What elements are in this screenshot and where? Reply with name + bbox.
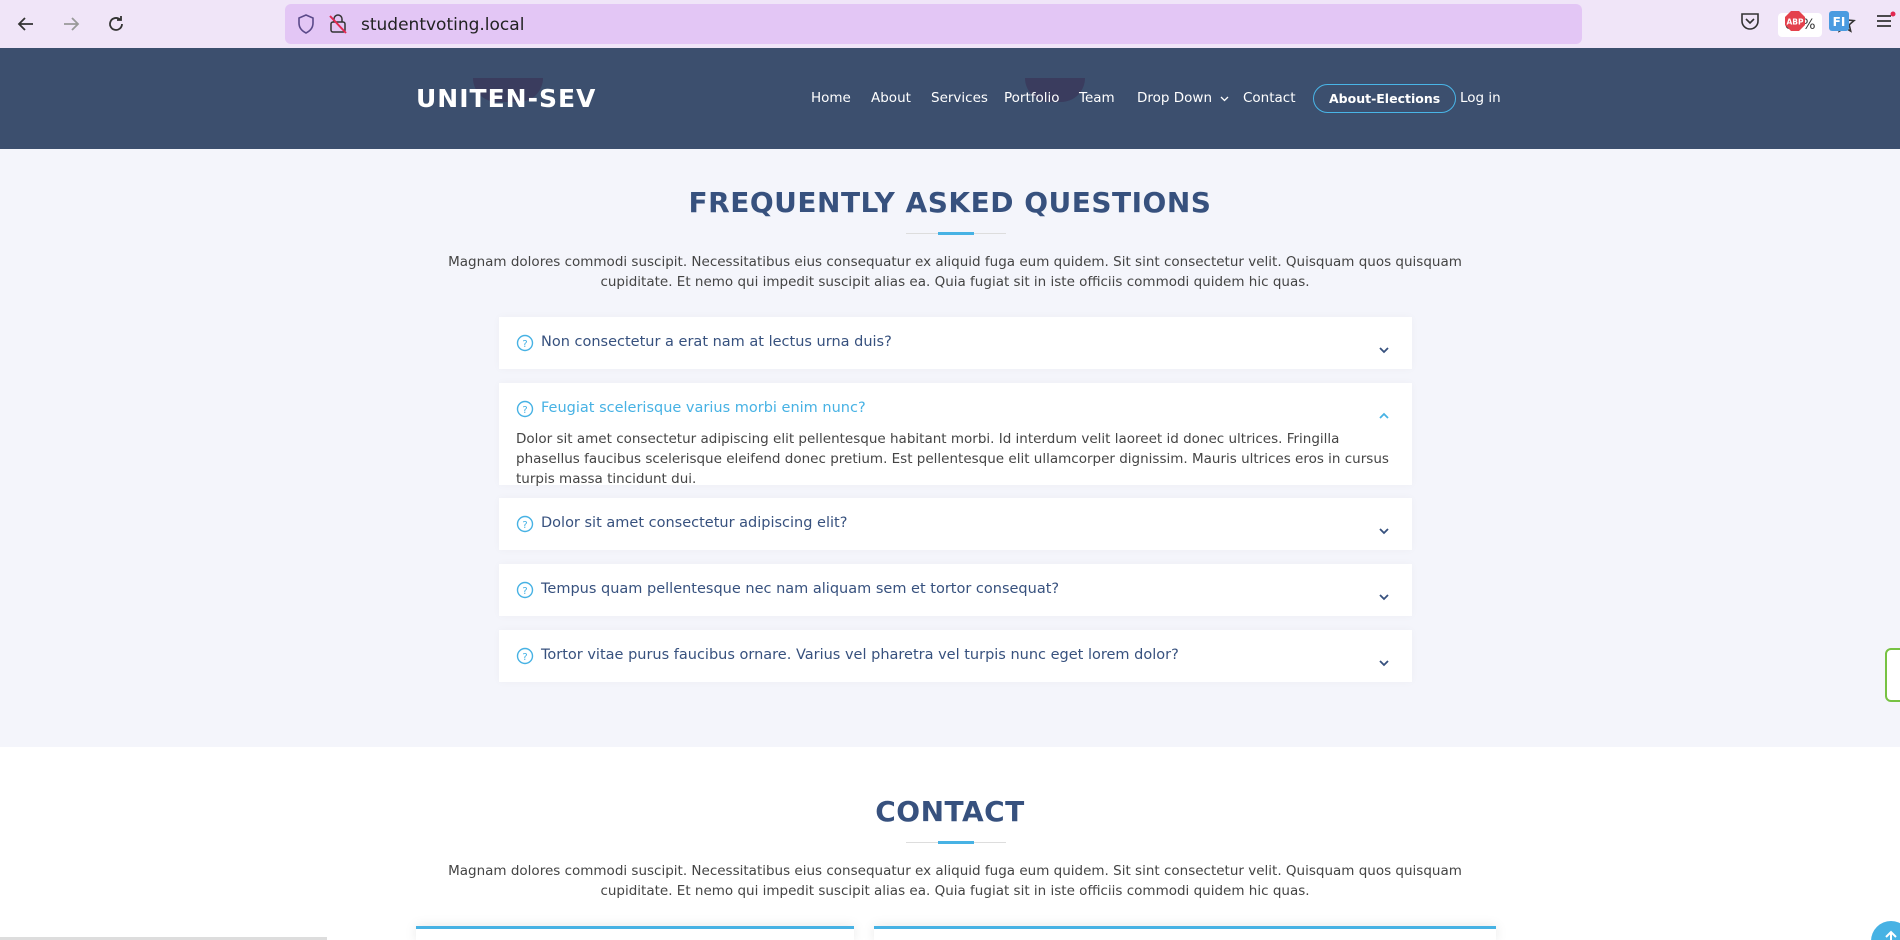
address-bar[interactable]: studentvoting.local 67% xyxy=(285,4,1856,44)
faq-question[interactable]: Tempus quam pellentesque nec nam aliquam… xyxy=(541,581,1059,597)
nav-portfolio[interactable]: Portfolio xyxy=(1004,90,1060,106)
faq-question[interactable]: Non consectetur a erat nam at lectus urn… xyxy=(541,334,892,350)
question-circle-icon: ? xyxy=(516,515,534,533)
faq-item[interactable]: ? Dolor sit amet consectetur adipiscing … xyxy=(499,498,1412,550)
question-circle-icon: ? xyxy=(516,581,534,599)
nav-about[interactable]: About xyxy=(871,90,911,106)
arrow-up-icon xyxy=(1885,930,1897,940)
main-nav: Home About Services Portfolio Team Drop … xyxy=(0,84,1900,116)
nav-home[interactable]: Home xyxy=(811,90,851,106)
pocket-icon[interactable] xyxy=(1739,10,1761,36)
nav-services[interactable]: Services xyxy=(931,90,988,106)
browser-toolbar: studentvoting.local 67% ABP FI xyxy=(0,0,1900,48)
question-circle-icon: ? xyxy=(516,647,534,665)
chevron-down-icon[interactable] xyxy=(1378,652,1390,667)
svg-text:?: ? xyxy=(522,520,527,531)
question-circle-icon: ? xyxy=(516,400,534,418)
faq-question[interactable]: Tortor vitae purus faucibus ornare. Vari… xyxy=(541,647,1179,663)
nav-login[interactable]: Log in xyxy=(1460,90,1501,106)
chevron-down-icon[interactable] xyxy=(1378,520,1390,535)
faq-item[interactable]: ? Non consectetur a erat nam at lectus u… xyxy=(499,317,1412,369)
chevron-down-icon[interactable] xyxy=(1378,339,1390,354)
title-divider xyxy=(906,232,1006,235)
chevron-down-icon[interactable] xyxy=(1378,586,1390,601)
faq-question[interactable]: Dolor sit amet consectetur adipiscing el… xyxy=(541,515,847,531)
chevron-down-icon xyxy=(1220,90,1229,106)
contact-form-card xyxy=(874,926,1496,940)
reload-icon[interactable] xyxy=(102,10,130,38)
faq-item[interactable]: ? Tortor vitae purus faucibus ornare. Va… xyxy=(499,630,1412,682)
back-to-top-button[interactable] xyxy=(1871,921,1900,940)
svg-text:?: ? xyxy=(522,405,527,416)
nav-team[interactable]: Team xyxy=(1079,90,1115,106)
forward-icon[interactable] xyxy=(57,10,85,38)
url-text[interactable]: studentvoting.local xyxy=(361,15,524,35)
faq-item-expanded[interactable]: ? Feugiat scelerisque varius morbi enim … xyxy=(499,383,1412,487)
nav-dropdown[interactable]: Drop Down xyxy=(1137,90,1229,106)
svg-text:FI: FI xyxy=(1833,15,1846,29)
adblock-icon[interactable]: ABP xyxy=(1784,10,1806,36)
faq-question[interactable]: Feugiat scelerisque varius morbi enim nu… xyxy=(541,400,866,416)
question-circle-icon: ? xyxy=(516,334,534,352)
chevron-up-icon[interactable] xyxy=(1378,405,1390,419)
contact-intro: Magnam dolores commodi suscipit. Necessi… xyxy=(448,863,1462,899)
shield-icon[interactable] xyxy=(297,14,315,38)
back-icon[interactable] xyxy=(12,10,40,38)
ft-icon[interactable]: FI xyxy=(1828,10,1850,36)
nav-dropdown-label: Drop Down xyxy=(1137,90,1213,106)
faq-intro: Magnam dolores commodi suscipit. Necessi… xyxy=(448,254,1462,290)
about-elections-button[interactable]: About-Elections xyxy=(1313,84,1457,113)
menu-icon[interactable] xyxy=(1874,10,1896,36)
title-divider xyxy=(906,841,1006,844)
nav-contact[interactable]: Contact xyxy=(1243,90,1296,106)
svg-text:?: ? xyxy=(522,586,527,597)
lock-insecure-icon[interactable] xyxy=(329,14,347,38)
svg-text:ABP: ABP xyxy=(1786,18,1804,27)
faq-title: FREQUENTLY ASKED QUESTIONS xyxy=(688,186,1212,219)
site-header: UNITEN-SEV Home About Services Portfolio… xyxy=(0,48,1900,149)
svg-text:?: ? xyxy=(522,652,527,663)
faq-item[interactable]: ? Tempus quam pellentesque nec nam aliqu… xyxy=(499,564,1412,616)
side-widget[interactable] xyxy=(1885,648,1900,702)
contact-title: CONTACT xyxy=(875,795,1025,828)
faq-answer: Dolor sit amet consectetur adipiscing el… xyxy=(516,431,1389,487)
svg-text:?: ? xyxy=(522,339,527,350)
contact-info-card xyxy=(416,926,854,940)
